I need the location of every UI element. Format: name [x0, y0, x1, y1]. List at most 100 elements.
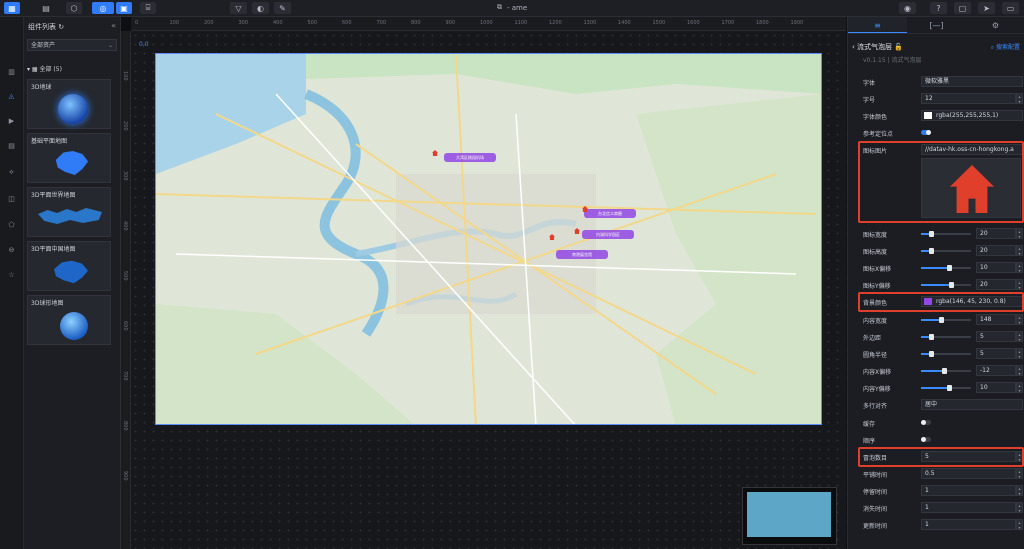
asset-filter-select[interactable]: 全部资产 ⌄ [27, 39, 117, 51]
share-icon[interactable]: ▭ [1002, 2, 1019, 14]
widget-icon[interactable]: ⬠ [5, 218, 18, 231]
icon-x-input[interactable]: 10 [976, 262, 1016, 273]
cache-row: 缓存 [863, 417, 1023, 429]
stepper[interactable]: ▴ ▾ [1016, 262, 1023, 273]
font-family-select[interactable]: 微软雅黑 [921, 76, 1023, 87]
component-card[interactable]: 基础平面地图 [27, 133, 111, 183]
map-component[interactable]: 大湾区桃园机场 台北信义商圈 内湖科学园区 南港展览馆 [155, 53, 822, 425]
component-panel-toggle-icon[interactable]: ▤ [38, 2, 54, 14]
component-card[interactable]: 3D平面世界地图 [27, 187, 111, 237]
layers-icon[interactable]: ⬡ [66, 2, 82, 14]
component-icon[interactable]: ◎ [92, 2, 114, 14]
ref-point-toggle[interactable] [921, 130, 931, 135]
order-row: 顺序 [863, 434, 1023, 446]
ruler-tick: 1500 [652, 20, 666, 26]
cache-toggle[interactable] [921, 420, 931, 425]
fade-time-input[interactable]: 1 [921, 502, 1016, 513]
content-width-input[interactable]: 148 [976, 314, 1016, 325]
stepper[interactable]: ▴ ▾ [1016, 519, 1023, 530]
help-icon[interactable]: ? [930, 2, 947, 14]
ruler-tick: 1700 [721, 20, 735, 26]
map-icon[interactable]: ◬ [5, 89, 18, 102]
ruler-tick: 200 [204, 20, 214, 26]
component-card[interactable]: 3D球形地图 [27, 295, 111, 345]
filter-icon[interactable]: ▽ [230, 2, 247, 14]
chart-icon[interactable]: ▥ [5, 65, 18, 78]
preview-icon[interactable]: ▢ [954, 2, 971, 14]
content-y-slider[interactable] [921, 385, 971, 391]
text-icon[interactable]: ▤ [5, 139, 18, 152]
stepper[interactable]: ▴ ▾ [1016, 228, 1023, 239]
tab-interaction[interactable]: ⚙ [966, 17, 1024, 33]
content-width-slider[interactable] [921, 317, 971, 323]
stepper[interactable]: ▴ ▾ [1016, 348, 1023, 359]
category-header[interactable]: ▾ ▦ 全部 (5) [27, 64, 62, 73]
component-card[interactable]: 3D平面中国地图 [27, 241, 111, 291]
icon-y-row: 图标Y偏移 20 ▴ ▾ [863, 279, 1023, 291]
minimap-viewport[interactable] [747, 492, 831, 537]
stepper[interactable]: ▴ ▾ [1016, 331, 1023, 342]
stepper[interactable]: ▴ ▾ [1016, 314, 1023, 325]
radius-slider[interactable] [921, 351, 971, 357]
font-color-input[interactable]: rgba(255,255,255,1) [921, 110, 1023, 121]
stepper[interactable]: ▴ ▾ [1016, 93, 1023, 104]
lock-icon[interactable]: 🔓 [894, 43, 903, 51]
color-swatch[interactable] [924, 112, 932, 119]
icon-height-slider[interactable] [921, 248, 971, 254]
ease-time-input[interactable]: 0.5 [921, 468, 1016, 479]
content-x-input[interactable]: -12 [976, 365, 1016, 376]
stepper[interactable]: ▴ ▾ [1016, 485, 1023, 496]
icon-y-slider[interactable] [921, 282, 971, 288]
icon-x-slider[interactable] [921, 265, 971, 271]
config-panel-icon[interactable]: ▣ [116, 2, 132, 14]
map-bubble[interactable]: 南港展览馆 [556, 250, 608, 259]
stepper[interactable]: ▴ ▾ [1016, 382, 1023, 393]
stepper[interactable]: ▴ ▾ [1016, 468, 1023, 479]
ease-time-row: 平铺时间 0.5 ▴ ▾ [863, 468, 1023, 480]
map-bubble[interactable]: 台北信义商圈 [584, 209, 636, 218]
ruler-tick: 1000 [480, 20, 493, 26]
map-bubble[interactable]: 内湖科学园区 [582, 230, 634, 239]
toolbox-icon[interactable]: ⌸ [140, 2, 156, 14]
other-icon[interactable]: ⊖ [5, 243, 18, 256]
minimap[interactable] [742, 487, 837, 545]
ruler-tick: 1600 [687, 20, 700, 26]
publish-icon[interactable]: ➤ [978, 2, 995, 14]
interaction-icon[interactable]: ◫ [5, 192, 18, 205]
refresh-icon[interactable]: ↻ [58, 23, 64, 31]
update-time-input[interactable]: 1 [921, 519, 1016, 530]
icon-y-input[interactable]: 20 [976, 279, 1016, 290]
media-icon[interactable]: ▶ [5, 114, 18, 127]
ruler-tick: 700 [376, 20, 387, 26]
tab-config[interactable]: ≡ [848, 17, 907, 33]
camera-icon[interactable]: ◉ [899, 2, 916, 14]
radius-input[interactable]: 5 [976, 348, 1016, 359]
stepper[interactable]: ▴ ▾ [1016, 279, 1023, 290]
favorite-icon[interactable]: ☆ [5, 268, 18, 281]
layer-panel-toggle-icon[interactable]: ▦ [4, 2, 20, 14]
font-size-input[interactable]: 12 [921, 93, 1016, 104]
component-card[interactable]: 3D地球 [27, 79, 111, 129]
content-y-input[interactable]: 10 [976, 382, 1016, 393]
align-select[interactable]: 居中 [921, 399, 1023, 410]
collapse-icon[interactable]: « [111, 21, 116, 30]
back-icon[interactable]: ‹ [852, 43, 855, 51]
stepper[interactable]: ▴ ▾ [1016, 245, 1023, 256]
padding-input[interactable]: 5 [976, 331, 1016, 342]
icon-width-input[interactable]: 20 [976, 228, 1016, 239]
stepper[interactable]: ▴ ▾ [1016, 502, 1023, 513]
content-x-slider[interactable] [921, 368, 971, 374]
icon-height-input[interactable]: 20 [976, 245, 1016, 256]
order-toggle[interactable] [921, 437, 931, 442]
stay-time-input[interactable]: 1 [921, 485, 1016, 496]
map-bubble[interactable]: 大湾区桃园机场 [444, 153, 496, 162]
tab-data[interactable]: [—] [907, 17, 966, 33]
stepper[interactable]: ▴ ▾ [1016, 365, 1023, 376]
padding-slider[interactable] [921, 334, 971, 340]
globe-thumbnail [58, 94, 88, 124]
palette-icon[interactable]: ◐ [252, 2, 269, 14]
search-config-link[interactable]: ⌕ 搜索配置 [991, 42, 1020, 52]
brush-icon[interactable]: ✎ [274, 2, 291, 14]
relation-icon[interactable]: ⟡ [5, 166, 18, 179]
icon-width-slider[interactable] [921, 231, 971, 237]
